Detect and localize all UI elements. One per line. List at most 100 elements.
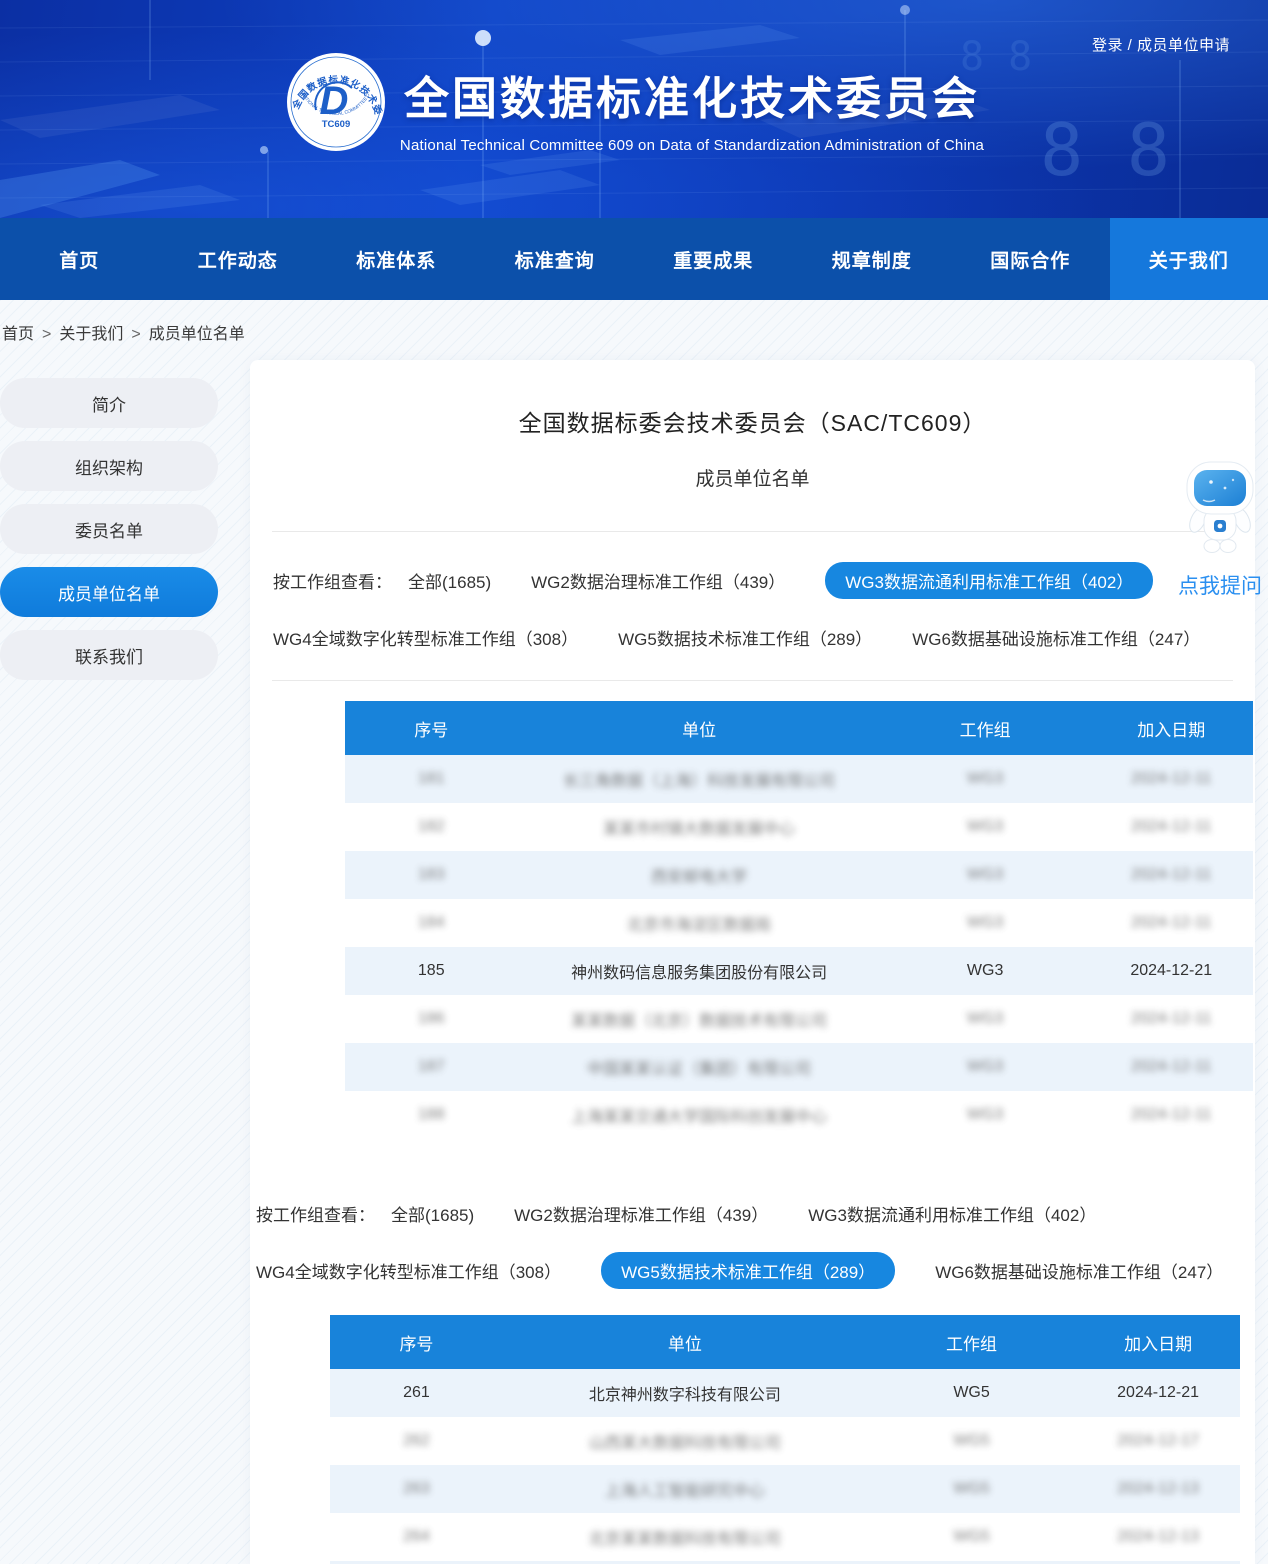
workgroup-filter: 按工作组查看： 全部(1685) WG2数据治理标准工作组（439） WG3数据流通… [250,532,1255,656]
table-header-row: 序号单位工作组加入日期 [345,701,1253,755]
table-row: 181长三角数据（上海）科技发展有限公司WG32024-12-11 [345,755,1253,803]
row-no: 182 [345,818,518,836]
row-unit: 北京市海淀区数据局 [518,911,881,935]
row-workgroup: WG3 [881,1010,1090,1028]
breadcrumb-separator: > [42,326,51,343]
table-row: 182某某市村镇大数据发展中心WG32024-12-11 [345,803,1253,851]
table-row: 188上海某某交通大学国际科创发展中心WG32024-12-11 [345,1091,1253,1139]
breadcrumb: 首页 > 关于我们 > 成员单位名单 [0,300,1268,344]
nav-item-8[interactable]: 关于我们 [1110,218,1268,300]
assistant-robot-icon[interactable] [1181,460,1259,554]
table-row: 262山西某大数据科技有限公司WG52024-12-17 [330,1417,1240,1465]
filter-option[interactable]: WG2数据治理标准工作组（439） [514,1195,768,1232]
row-unit: 某某市村镇大数据发展中心 [518,815,881,839]
filter-option[interactable]: WG2数据治理标准工作组（439） [531,562,785,599]
sidebar-item-2[interactable]: 组织架构 [0,441,218,491]
column-header: 工作组 [881,716,1090,741]
content-card: 全国数据标委会技术委员会（SAC/TC609） 成员单位名单 按工作组查看： 全… [250,360,1255,1564]
row-unit: 神州数码信息服务集团股份有限公司 [518,959,881,983]
row-unit: 北京某某数据科技有限公司 [503,1525,867,1549]
row-no: 262 [330,1432,503,1450]
breadcrumb-item[interactable]: 关于我们 [59,326,123,343]
filter-prefix: 按工作组查看： [256,1201,375,1226]
column-header: 加入日期 [1090,716,1253,741]
row-date: 2024-12-11 [1090,1058,1253,1076]
site-title-en: National Technical Committee 609 on Data… [392,137,992,154]
row-workgroup: WG3 [881,1106,1090,1124]
row-date: 2024-12-11 [1090,818,1253,836]
nav-item-3[interactable]: 标准体系 [317,218,476,300]
table-row: 186某某数据（北京）数据技术有限公司WG32024-12-11 [345,995,1253,1043]
nav-item-4[interactable]: 标准查询 [476,218,635,300]
filter-option[interactable]: WG3数据流通利用标准工作组（402） [825,562,1153,599]
breadcrumb-item[interactable]: 首页 [2,326,34,343]
committee-logo[interactable]: 全国数据标准化技术委员会 NATIONAL TECHNICAL COMMITTE… [286,52,386,152]
assistant-widget[interactable]: 点我提问 [1174,460,1266,600]
column-header: 单位 [503,1330,867,1355]
sidebar-item-4[interactable]: 成员单位名单 [0,567,218,617]
filter-option[interactable]: WG6数据基础设施标准工作组（247） [912,619,1200,656]
row-date: 2024-12-21 [1090,962,1253,980]
row-no: 263 [330,1480,503,1498]
filter-option[interactable]: 全部(1685) [408,562,491,599]
column-header: 单位 [518,716,881,741]
table-row: 261北京神州数字科技有限公司WG52024-12-21 [330,1369,1240,1417]
filter-option[interactable]: WG4全域数字化转型标准工作组（308） [256,1252,561,1289]
nav-item-2[interactable]: 工作动态 [159,218,318,300]
row-workgroup: WG5 [867,1384,1076,1402]
sidebar-item-1[interactable]: 简介 [0,378,218,428]
filter-option[interactable]: WG5数据技术标准工作组（289） [601,1252,895,1289]
row-workgroup: WG3 [881,818,1090,836]
column-header: 序号 [330,1330,503,1355]
svg-text:D: D [320,79,349,123]
nav-item-6[interactable]: 规章制度 [793,218,952,300]
table-row: 263上海人工智能研究中心WG52024-12-13 [330,1465,1240,1513]
row-unit: 山西某大数据科技有限公司 [503,1429,867,1453]
row-no: 183 [345,866,518,884]
page-subtitle: 成员单位名单 [250,464,1255,491]
row-no: 261 [330,1384,503,1402]
filter-option[interactable]: WG3数据流通利用标准工作组（402） [808,1195,1096,1232]
table-row: 185神州数码信息服务集团股份有限公司WG32024-12-21 [345,947,1253,995]
row-workgroup: WG3 [881,914,1090,932]
row-no: 185 [345,962,518,980]
breadcrumb-item[interactable]: 成员单位名单 [149,326,245,343]
nav-item-1[interactable]: 首页 [0,218,159,300]
row-no: 188 [345,1106,518,1124]
login-link[interactable]: 登录 / 成员单位申请 [1092,34,1230,55]
row-date: 2024-12-21 [1076,1384,1240,1402]
row-workgroup: WG5 [867,1480,1076,1498]
sidebar-item-5[interactable]: 联系我们 [0,630,218,680]
column-header: 序号 [345,716,518,741]
member-table: 序号单位工作组加入日期 261北京神州数字科技有限公司WG52024-12-21… [330,1315,1240,1564]
nav-item-5[interactable]: 重要成果 [634,218,793,300]
row-no: 184 [345,914,518,932]
row-unit: 长三角数据（上海）科技发展有限公司 [518,767,881,791]
member-table: 序号单位工作组加入日期 181长三角数据（上海）科技发展有限公司WG32024-… [345,701,1253,1139]
svg-text:8 8: 8 8 [1040,108,1170,192]
row-workgroup: WG3 [881,770,1090,788]
page-title: 全国数据标委会技术委员会（SAC/TC609） [250,404,1255,438]
row-unit: 上海人工智能研究中心 [503,1477,867,1501]
filter-prefix: 按工作组查看： [273,568,392,593]
filter-option[interactable]: WG4全域数字化转型标准工作组（308） [273,619,578,656]
svg-text:TC609: TC609 [322,119,351,130]
nav-item-7[interactable]: 国际合作 [951,218,1110,300]
assistant-label[interactable]: 点我提问 [1178,570,1262,600]
row-workgroup: WG5 [867,1528,1076,1546]
sidebar: 简介组织架构委员名单成员单位名单联系我们 [0,378,218,680]
filter-option[interactable]: 全部(1685) [391,1195,474,1232]
member-section-wg3: 按工作组查看： 全部(1685) WG2数据治理标准工作组（439） WG3数据流通… [250,532,1255,1139]
sidebar-item-3[interactable]: 委员名单 [0,504,218,554]
table-row: 183西安邮电大学WG32024-12-11 [345,851,1253,899]
filter-option[interactable]: WG5数据技术标准工作组（289） [618,619,872,656]
row-unit: 西安邮电大学 [518,863,881,887]
table-row: 184北京市海淀区数据局WG32024-12-11 [345,899,1253,947]
divider [272,680,1233,681]
filter-option[interactable]: WG6数据基础设施标准工作组（247） [935,1252,1223,1289]
row-date: 2024-12-11 [1090,914,1253,932]
breadcrumb-separator: > [131,326,140,343]
row-date: 2024-12-13 [1076,1480,1240,1498]
row-unit: 上海某某交通大学国际科创发展中心 [518,1103,881,1127]
row-date: 2024-12-17 [1076,1432,1240,1450]
